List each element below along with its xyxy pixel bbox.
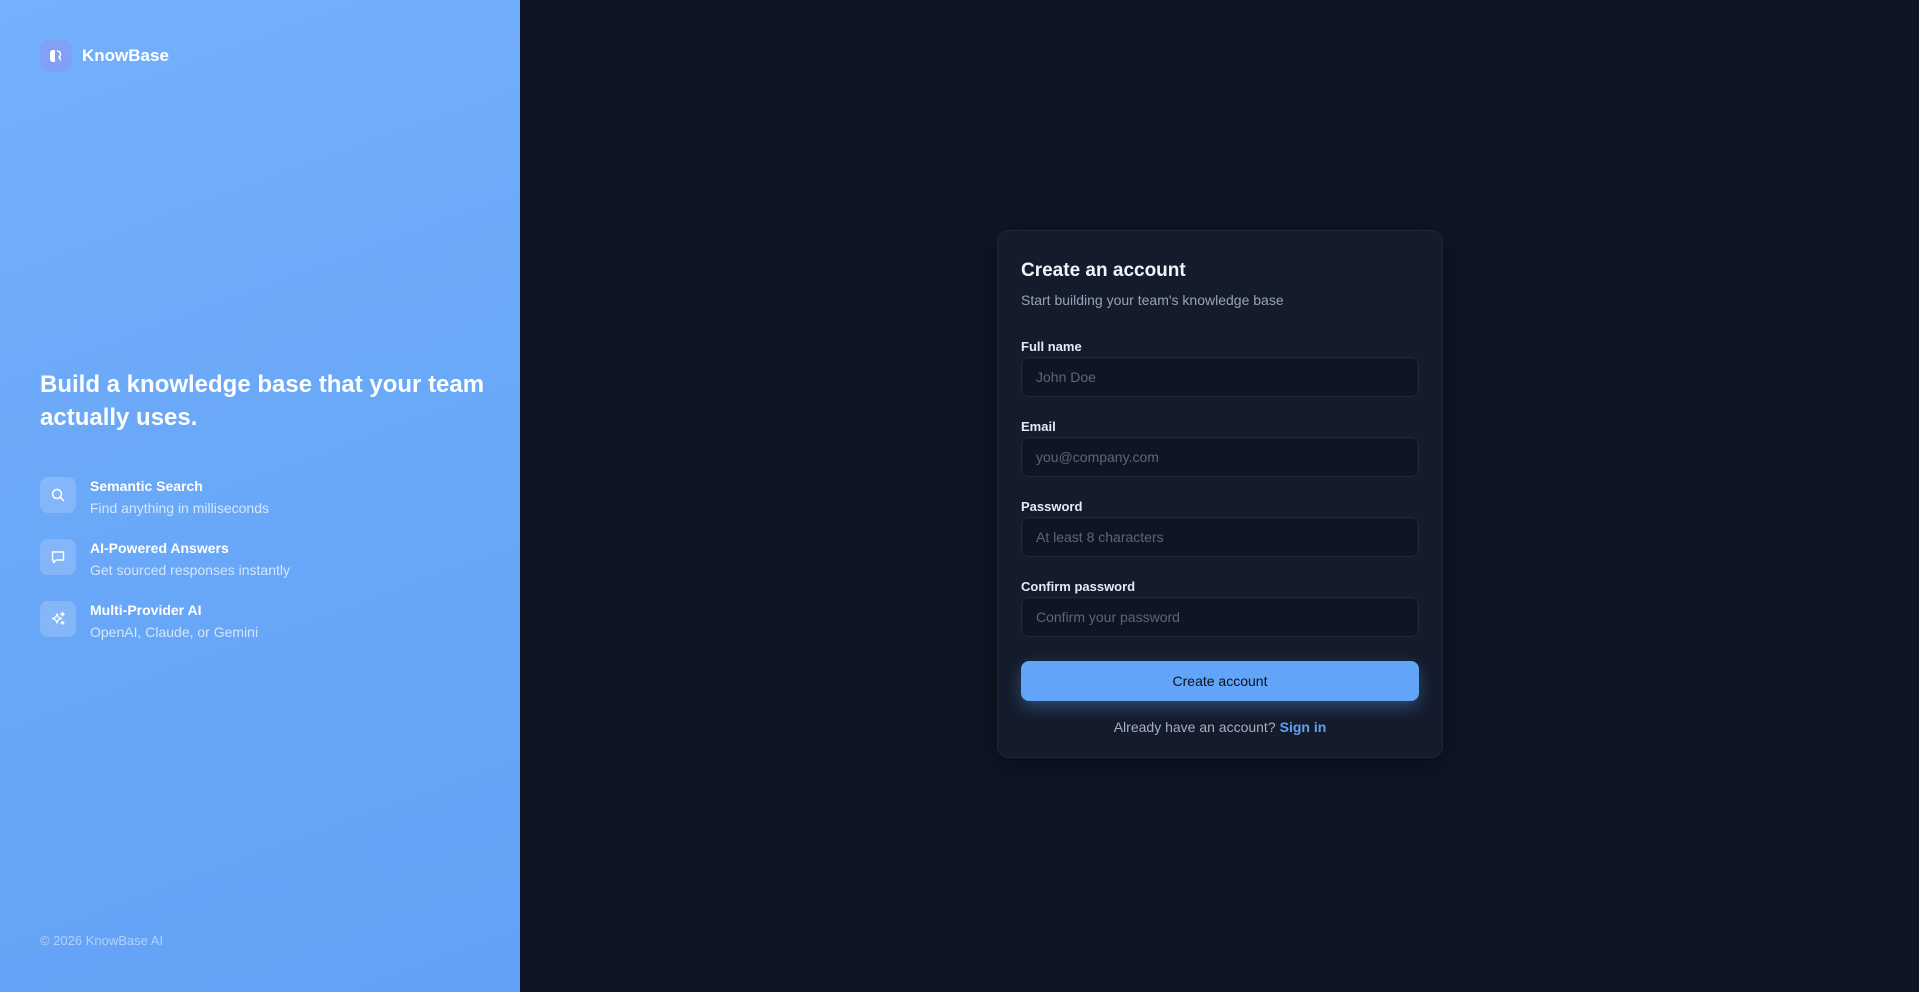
signin-link[interactable]: Sign in bbox=[1280, 719, 1327, 735]
brand-panel: KnowBase Build a knowledge base that you… bbox=[0, 0, 520, 992]
confirm-password-label: Confirm password bbox=[1021, 579, 1136, 594]
feature-item-ai-answers: AI-Powered Answers Get sourced responses… bbox=[40, 538, 290, 600]
hero-headline: Build a knowledge base that your team ac… bbox=[40, 371, 485, 431]
feature-item-semantic-search: Semantic Search Find anything in millise… bbox=[40, 476, 290, 538]
password-label: Password bbox=[1021, 499, 1083, 514]
search-icon bbox=[40, 477, 76, 513]
signin-prompt: Already have an account? bbox=[1113, 719, 1276, 735]
email-input[interactable] bbox=[1021, 437, 1419, 477]
feature-title: Semantic Search bbox=[90, 478, 203, 494]
feature-list: Semantic Search Find anything in millise… bbox=[40, 476, 290, 662]
signup-card: Create an account Start building your te… bbox=[997, 230, 1443, 758]
card-title: Create an account bbox=[1021, 260, 1186, 281]
password-input[interactable] bbox=[1021, 517, 1419, 557]
feature-item-multi-provider: Multi-Provider AI OpenAI, Claude, or Gem… bbox=[40, 600, 290, 662]
email-label: Email bbox=[1021, 419, 1056, 434]
confirm-password-input[interactable] bbox=[1021, 597, 1419, 637]
sparkles-icon bbox=[40, 601, 76, 637]
create-account-button[interactable]: Create account bbox=[1021, 661, 1419, 701]
chat-icon bbox=[40, 539, 76, 575]
full-name-input[interactable] bbox=[1021, 357, 1419, 397]
feature-description: Find anything in milliseconds bbox=[90, 500, 269, 516]
feature-description: OpenAI, Claude, or Gemini bbox=[90, 624, 259, 640]
signin-row: Already have an account? Sign in bbox=[1021, 719, 1419, 735]
feature-description: Get sourced responses instantly bbox=[90, 562, 290, 578]
feature-title: AI-Powered Answers bbox=[90, 540, 229, 556]
copyright: © 2026 KnowBase AI bbox=[40, 933, 164, 948]
brand-name: KnowBase bbox=[82, 46, 169, 65]
feature-title: Multi-Provider AI bbox=[90, 602, 202, 618]
card-subtitle: Start building your team's knowledge bas… bbox=[1021, 292, 1284, 308]
brand[interactable]: KnowBase bbox=[40, 40, 169, 72]
full-name-label: Full name bbox=[1021, 339, 1082, 354]
brain-icon bbox=[40, 40, 72, 72]
